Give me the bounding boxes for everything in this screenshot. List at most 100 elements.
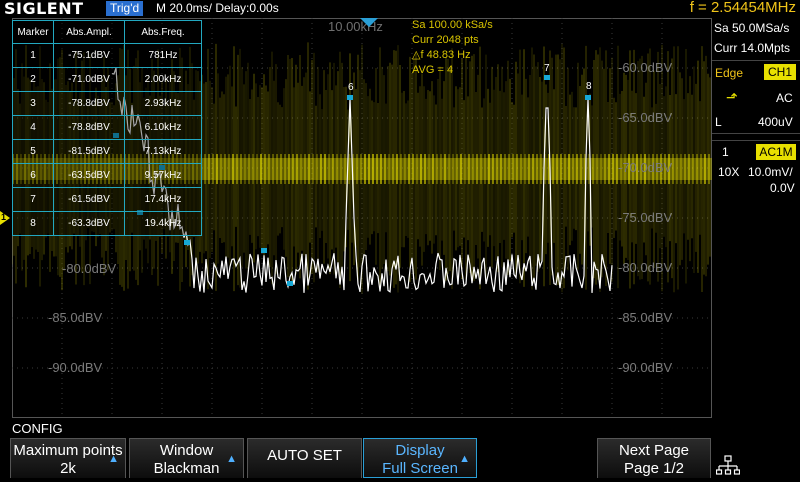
marker-point [261,248,267,253]
peak-label: 7 [544,63,550,74]
ch1-band-tick [672,154,674,184]
ch1-band-tick [312,154,314,184]
window-softkey[interactable]: Window Blackman ▲ [129,438,244,478]
peak-label: 6 [348,82,354,93]
marker-point [585,95,591,100]
ch1-band-tick [384,154,386,184]
trigger-status-badge: Trig'd [106,1,144,16]
marker-number: 6 [12,163,54,188]
ch1-band-tick [252,154,254,184]
ch1-band-tick [680,154,682,184]
channel-number: 1 [722,145,729,159]
ch1-band-tick [708,154,710,184]
trigger-settings[interactable]: Edge CH1 ⬏ AC L 400uV [712,60,800,134]
ch1-band-tick [344,154,346,184]
level-label-right: -70.0dBV [618,160,673,175]
ch1-band-tick [512,154,514,184]
ch1-band-tick [516,154,518,184]
marker-point [347,95,353,100]
ch1-band-tick [412,154,414,184]
ch1-band-tick [240,154,242,184]
table-row: 2 -71.0dBV 2.00kHz [12,67,202,92]
fft-delta-f: △f 48.83 Hz [412,49,471,61]
ch1-band-tick [368,154,370,184]
ch1-band-tick [540,154,542,184]
channel-coupling-badge: AC1M [756,144,796,160]
marker-number: 5 [12,139,54,164]
ch1-band-tick [460,154,462,184]
ch1-band-tick [216,154,218,184]
ch1-band-tick [696,154,698,184]
vertical-offset: 0.0V [770,181,795,195]
probe-attenuation: 10X [718,165,740,179]
trigger-coupling: AC [776,91,793,105]
ch1-band-tick [592,154,594,184]
ch1-band-tick [400,154,402,184]
fft-current-points: Curr 2048 pts [412,34,479,46]
marker-amplitude: -78.8dBV [53,91,125,116]
ch1-band-tick [356,154,358,184]
ch1-offset-marker-label: 1 [1,212,7,222]
network-icon[interactable] [715,455,741,477]
ch1-band-tick [208,154,210,184]
trigger-position-icon[interactable] [360,18,378,27]
marker-frequency: 2.93kHz [124,91,202,116]
ch1-band-tick [560,154,562,184]
marker-number: 1 [12,43,54,68]
ch1-band-tick [324,154,326,184]
ch1-band-tick [320,154,322,184]
ch1-band-tick [404,154,406,184]
ch1-band-tick [420,154,422,184]
ch1-band-tick [228,154,230,184]
marker-frequency: 6.10kHz [124,115,202,140]
ch1-band-tick [608,154,610,184]
level-label-left: -85.0dBV [48,310,103,325]
trigger-source-badge: CH1 [764,64,796,80]
ch1-band-tick [508,154,510,184]
ch1-band-tick [248,154,250,184]
level-label-right: -75.0dBV [618,210,673,225]
ch1-band-tick [268,154,270,184]
ch1-band-tick [472,154,474,184]
marker-amplitude: -75.1dBV [53,43,125,68]
column-header: Abs.Ampl. [53,20,125,44]
ch1-band-tick [572,154,574,184]
ch1-band-tick [532,154,534,184]
ch1-band-tick [484,154,486,184]
marker-amplitude: -63.5dBV [53,163,125,188]
level-label-right: -85.0dBV [618,310,673,325]
ch1-band-tick [520,154,522,184]
channel1-settings[interactable]: 1 AC1M 10X 10.0mV/ 0.0V [712,140,800,199]
marker-point [287,281,293,286]
marker-frequency: 17.4kHz [124,187,202,212]
ch1-band-tick [600,154,602,184]
ch1-band-tick [496,154,498,184]
ch1-band-tick [480,154,482,184]
ch1-band-tick [424,154,426,184]
ch1-band-tick [396,154,398,184]
table-row: 5 -81.5dBV 7.13kHz [12,139,202,164]
ch1-band-tick [576,154,578,184]
display-softkey[interactable]: Display Full Screen ▲ [363,438,477,478]
menu-title: CONFIG [12,421,63,436]
ch1-band-tick [432,154,434,184]
ch1-band-tick [528,154,530,184]
ch1-band-tick [444,154,446,184]
ch1-band-tick [256,154,258,184]
next-page-softkey[interactable]: Next Page Page 1/2 [597,438,711,478]
level-label-left: -80.0dBV [62,261,117,276]
acq-memory-depth: Curr 14.0Mpts [714,41,791,55]
table-row: 4 -78.8dBV 6.10kHz [12,115,202,140]
ch1-band-tick [244,154,246,184]
table-row: 3 -78.8dBV 2.93kHz [12,91,202,116]
acq-sample-rate: Sa 50.0MSa/s [714,21,790,35]
frequency-counter: f = 2.54454MHz [689,0,796,16]
table-row: 8 -63.3dBV 19.4kHz [12,211,202,236]
ch1-band-tick [376,154,378,184]
level-label-right: -80.0dBV [618,260,673,275]
ch1-band-tick [440,154,442,184]
max-points-softkey[interactable]: Maximum points 2k ▲ [10,438,126,478]
marker-frequency: 781Hz [124,43,202,68]
auto-set-softkey[interactable]: AUTO SET [247,438,362,478]
ch1-band-tick [364,154,366,184]
